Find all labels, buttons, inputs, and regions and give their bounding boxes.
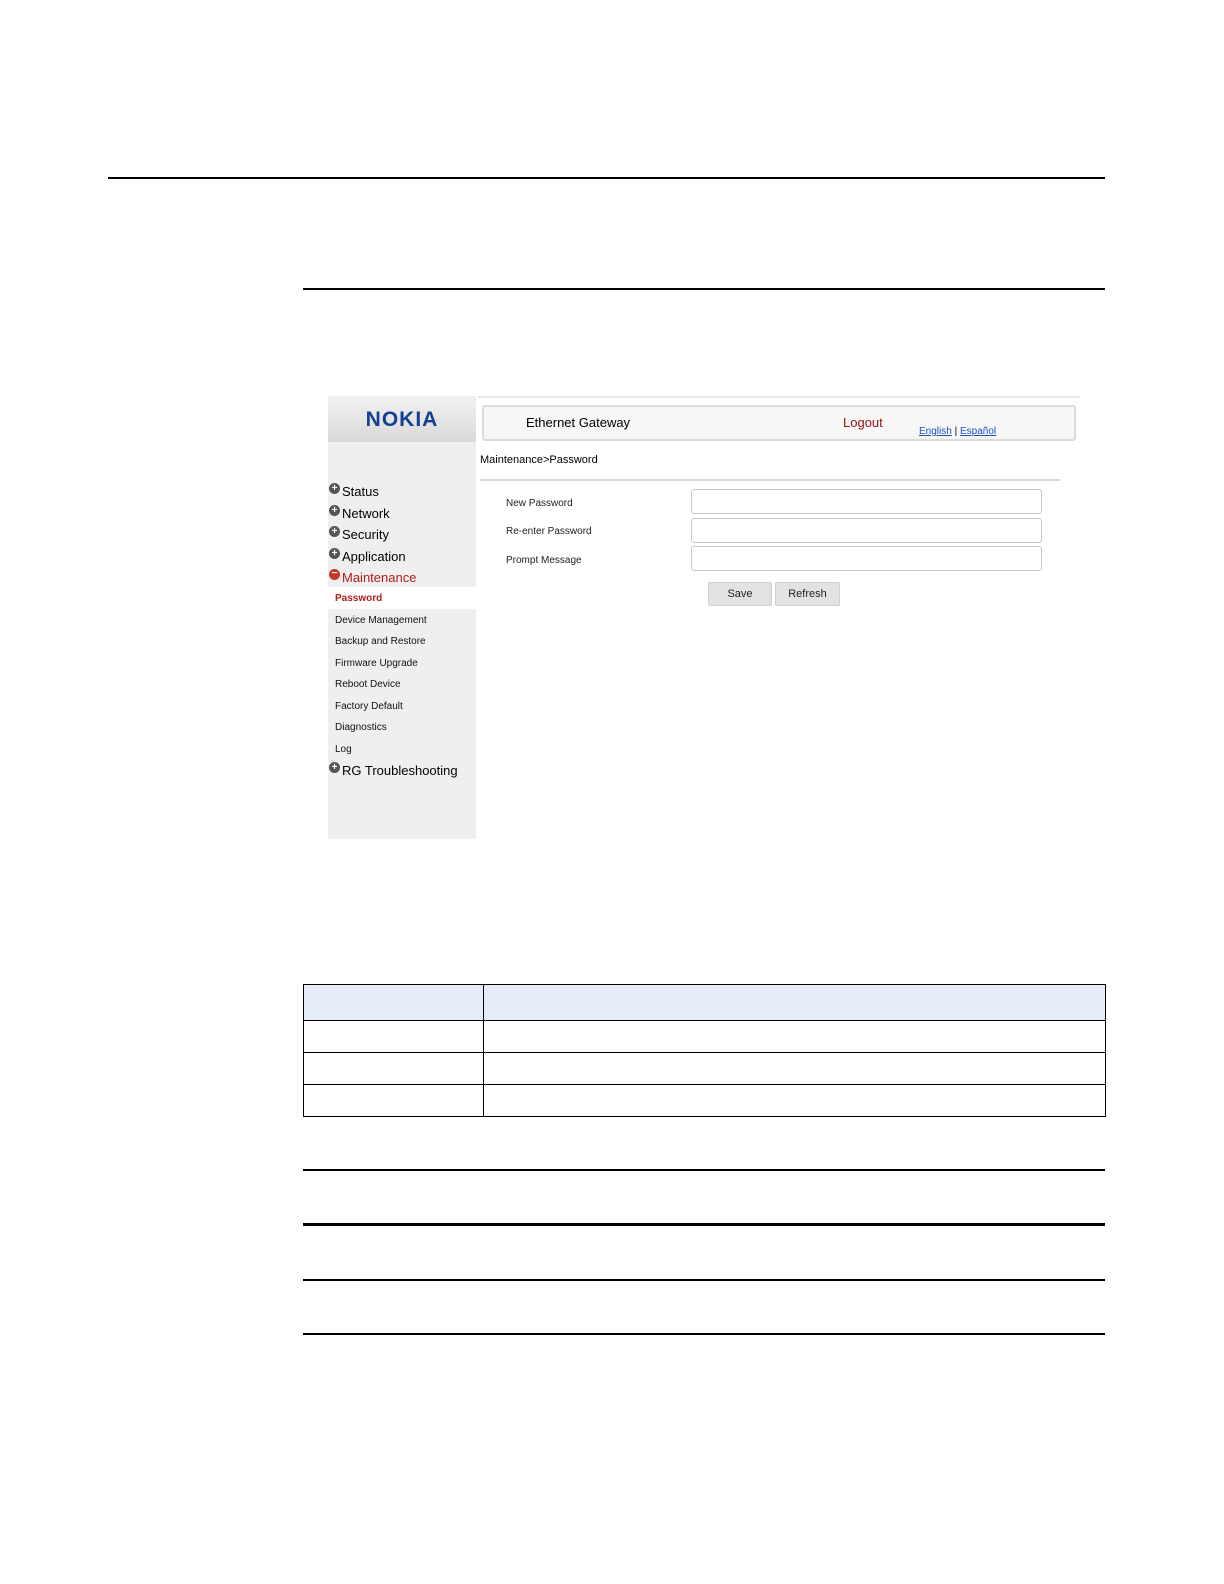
gateway-screenshot: NOKIA + Status + Network + Security + Ap… (328, 396, 1080, 840)
reenter-password-label: Re-enter Password (506, 526, 592, 537)
table-cell (483, 1084, 1106, 1117)
sidebar-item-label: Application (342, 549, 406, 564)
sidebar-item-status[interactable]: + Status (329, 483, 379, 499)
sidebar-item-security[interactable]: + Security (329, 526, 389, 542)
table-cell (483, 1052, 1106, 1085)
plus-icon: + (329, 762, 340, 773)
reenter-password-input[interactable] (691, 518, 1042, 543)
table-header-row (303, 984, 1106, 1021)
sidebar-subitem-device-management[interactable]: Device Management (335, 615, 427, 626)
sidebar-subitem-factory-default[interactable]: Factory Default (335, 701, 403, 712)
procedure-rule-4 (303, 1333, 1105, 1335)
sidebar-item-rg-troubleshooting[interactable]: + RG Troubleshooting (329, 762, 458, 778)
refresh-button[interactable]: Refresh (775, 582, 840, 606)
sidebar-subitem-backup-and-restore[interactable]: Backup and Restore (335, 636, 426, 647)
new-password-input[interactable] (691, 489, 1042, 514)
logout-link[interactable]: Logout (843, 415, 883, 430)
sidebar-subitem-password[interactable]: Password (335, 593, 382, 604)
parameters-table (303, 984, 1106, 1117)
table-header-cell (483, 984, 1106, 1021)
nokia-logo: NOKIA (365, 408, 439, 431)
language-separator: | (954, 426, 958, 437)
section-rule (303, 288, 1105, 290)
table-header-cell (303, 984, 484, 1021)
table-cell (303, 1084, 484, 1117)
plus-icon: + (329, 483, 340, 494)
gateway-title: Ethernet Gateway (526, 415, 631, 430)
plus-icon: + (329, 505, 340, 516)
sidebar: NOKIA + Status + Network + Security + Ap… (328, 396, 476, 839)
table-cell (303, 1052, 484, 1085)
breadcrumb: Maintenance>Password (480, 454, 598, 466)
procedure-rule-3 (303, 1279, 1105, 1281)
table-row (303, 1084, 1106, 1117)
minus-icon: − (329, 569, 340, 580)
sidebar-item-label: Maintenance (342, 570, 417, 585)
screenshot-top-border (478, 396, 1080, 398)
plus-icon: + (329, 548, 340, 559)
page-header-rule (108, 177, 1105, 179)
logo-band: NOKIA (328, 396, 476, 442)
sidebar-item-maintenance[interactable]: − Maintenance (329, 569, 417, 585)
sidebar-item-application[interactable]: + Application (329, 548, 406, 564)
new-password-label: New Password (506, 498, 573, 509)
sidebar-item-label: Network (342, 506, 390, 521)
sidebar-subitem-reboot-device[interactable]: Reboot Device (335, 679, 401, 690)
procedure-rule-2 (303, 1223, 1105, 1226)
prompt-message-label: Prompt Message (506, 555, 582, 566)
language-switcher: English | Español (919, 426, 996, 437)
table-row (303, 1020, 1106, 1053)
sidebar-item-label: RG Troubleshooting (342, 763, 458, 778)
table-cell (483, 1020, 1106, 1053)
breadcrumb-divider (480, 479, 1060, 481)
sidebar-subitem-log[interactable]: Log (335, 744, 352, 755)
sidebar-item-label: Security (342, 527, 389, 542)
table-cell (303, 1020, 484, 1053)
procedure-rule-1 (303, 1169, 1105, 1171)
espanol-link[interactable]: Español (960, 426, 996, 437)
sidebar-item-network[interactable]: + Network (329, 505, 390, 521)
sidebar-item-label: Status (342, 484, 379, 499)
table-row (303, 1052, 1106, 1085)
plus-icon: + (329, 526, 340, 537)
header-bar: Ethernet Gateway Logout English | Españo… (482, 405, 1076, 441)
english-link[interactable]: English (919, 426, 952, 437)
sidebar-subitem-firmware-upgrade[interactable]: Firmware Upgrade (335, 658, 418, 669)
prompt-message-input[interactable] (691, 546, 1042, 571)
sidebar-subitem-diagnostics[interactable]: Diagnostics (335, 722, 387, 733)
save-button[interactable]: Save (708, 582, 772, 606)
